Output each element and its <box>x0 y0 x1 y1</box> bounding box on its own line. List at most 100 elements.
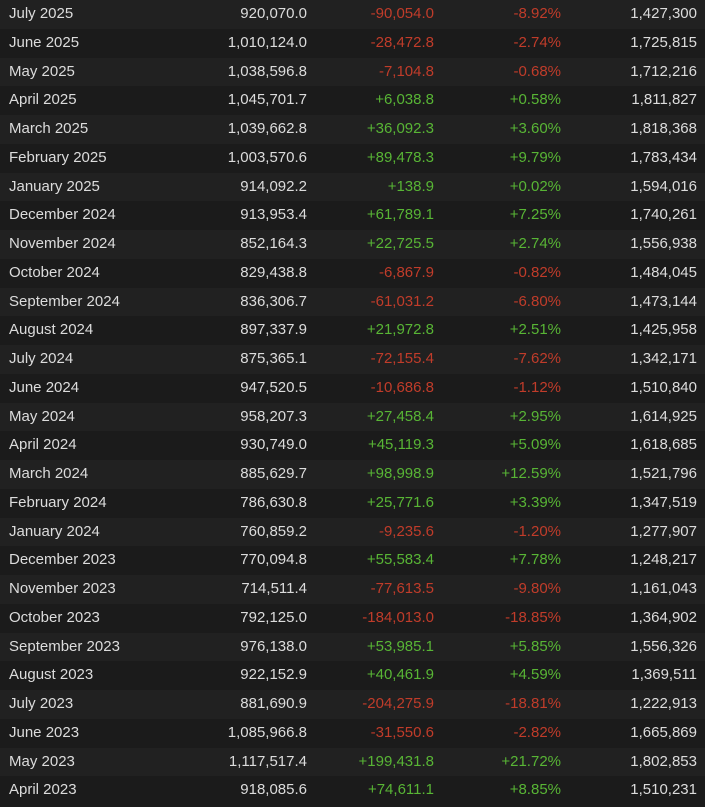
month-cell: November 2023 <box>9 580 116 597</box>
month-cell: October 2024 <box>9 263 100 281</box>
avg-players-cell: 930,749.0 <box>240 436 307 454</box>
gain-cell: +6,038.8 <box>375 91 434 109</box>
percent-gain-cell: +0.58% <box>509 91 561 109</box>
avg-players-cell: 1,003,570.6 <box>227 148 307 166</box>
month-cell: February 2025 <box>9 148 107 166</box>
percent-gain-cell: +5.85% <box>509 637 561 655</box>
month-cell: November 2024 <box>9 235 116 252</box>
avg-players-cell: 881,690.9 <box>240 695 307 712</box>
gain-cell: +45,119.3 <box>367 436 434 454</box>
peak-players-cell: 1,364,902 <box>630 608 697 626</box>
gain-cell: +27,458.4 <box>366 407 434 425</box>
avg-players-cell: 1,010,124.0 <box>227 33 307 51</box>
percent-gain-cell: -2.74% <box>513 33 561 51</box>
percent-gain-cell: +2.95% <box>509 407 561 425</box>
month-cell: July 2024 <box>9 350 74 367</box>
table-row: July 2025 920,070.0 -90,054.0 -8.92% 1,4… <box>0 0 705 29</box>
percent-gain-cell: +5.09% <box>509 436 561 454</box>
month-cell: June 2025 <box>9 33 80 51</box>
table-row: June 2023 1,085,966.8 -31,550.6 -2.82% 1… <box>0 718 705 748</box>
peak-players-cell: 1,725,815 <box>630 33 697 51</box>
percent-gain-cell: +3.60% <box>509 120 561 137</box>
percent-gain-cell: +7.78% <box>509 551 561 569</box>
gain-cell: -204,275.9 <box>362 695 434 712</box>
avg-players-cell: 918,085.6 <box>240 781 307 799</box>
table-row: October 2023 792,125.0 -184,013.0 -18.85… <box>0 603 705 633</box>
peak-players-cell: 1,783,434 <box>630 148 697 166</box>
peak-players-cell: 1,594,016 <box>630 177 697 195</box>
percent-gain-cell: -18.81% <box>505 695 561 712</box>
avg-players-cell: 913,953.4 <box>240 206 307 224</box>
gain-cell: -28,472.8 <box>370 33 434 51</box>
month-cell: February 2024 <box>9 493 107 511</box>
month-cell: June 2024 <box>9 378 80 396</box>
avg-players-cell: 947,520.5 <box>240 378 307 396</box>
table-row: November 2023 714,511.4 -77,613.5 -9.80%… <box>0 575 705 604</box>
percent-gain-cell: -7.62% <box>513 350 561 367</box>
table-row: September 2023 976,138.0 +53,985.1 +5.85… <box>0 632 705 662</box>
peak-players-cell: 1,740,261 <box>630 206 697 224</box>
table-row: December 2024 913,953.4 +61,789.1 +7.25%… <box>0 201 705 230</box>
month-cell: March 2024 <box>9 465 89 482</box>
player-stats-table: July 2025 920,070.0 -90,054.0 -8.92% 1,4… <box>0 0 705 805</box>
peak-players-cell: 1,347,519 <box>630 493 697 511</box>
peak-players-cell: 1,712,216 <box>630 62 697 80</box>
peak-players-cell: 1,425,958 <box>630 321 697 339</box>
percent-gain-cell: -1.12% <box>513 378 561 396</box>
avg-players-cell: 792,125.0 <box>240 608 307 626</box>
gain-cell: +89,478.3 <box>366 148 434 166</box>
gain-cell: -7,104.8 <box>378 62 434 80</box>
peak-players-cell: 1,427,300 <box>630 5 697 22</box>
month-cell: September 2024 <box>9 292 120 310</box>
gain-cell: +21,972.8 <box>366 321 434 339</box>
avg-players-cell: 922,152.9 <box>240 666 307 684</box>
table-row: October 2024 829,438.8 -6,867.9 -0.82% 1… <box>0 258 705 288</box>
gain-cell: +138.9 <box>387 177 434 195</box>
gain-cell: -6,867.9 <box>378 263 434 281</box>
month-cell: March 2025 <box>9 120 89 137</box>
gain-cell: +55,583.4 <box>366 551 434 569</box>
gain-cell: +61,789.1 <box>366 206 434 224</box>
avg-players-cell: 976,138.0 <box>240 637 307 655</box>
percent-gain-cell: -2.82% <box>513 723 561 741</box>
percent-gain-cell: +9.79% <box>509 148 561 166</box>
peak-players-cell: 1,556,326 <box>630 637 697 655</box>
month-cell: December 2023 <box>9 551 116 569</box>
percent-gain-cell: +2.51% <box>509 321 561 339</box>
table-row: April 2024 930,749.0 +45,119.3 +5.09% 1,… <box>0 431 705 460</box>
percent-gain-cell: -0.68% <box>513 62 561 80</box>
avg-players-cell: 836,306.7 <box>240 292 307 310</box>
gain-cell: +53,985.1 <box>366 637 434 655</box>
percent-gain-cell: +2.74% <box>509 235 561 252</box>
table-row: November 2024 852,164.3 +22,725.5 +2.74%… <box>0 230 705 259</box>
avg-players-cell: 885,629.7 <box>240 465 307 482</box>
month-cell: December 2024 <box>9 206 116 224</box>
peak-players-cell: 1,484,045 <box>630 263 697 281</box>
percent-gain-cell: +12.59% <box>501 465 561 482</box>
gain-cell: -90,054.0 <box>370 5 434 22</box>
gain-cell: +25,771.6 <box>366 493 434 511</box>
table-row: May 2025 1,038,596.8 -7,104.8 -0.68% 1,7… <box>0 57 705 87</box>
month-cell: May 2025 <box>9 62 75 80</box>
table-row: January 2025 914,092.2 +138.9 +0.02% 1,5… <box>0 172 705 202</box>
table-row: September 2024 836,306.7 -61,031.2 -6.80… <box>0 287 705 317</box>
peak-players-cell: 1,510,840 <box>630 378 697 396</box>
table-row: August 2024 897,337.9 +21,972.8 +2.51% 1… <box>0 316 705 345</box>
table-row: March 2024 885,629.7 +98,998.9 +12.59% 1… <box>0 460 705 489</box>
peak-players-cell: 1,802,853 <box>630 752 697 770</box>
avg-players-cell: 770,094.8 <box>240 551 307 569</box>
percent-gain-cell: +8.85% <box>509 781 561 799</box>
avg-players-cell: 786,630.8 <box>240 493 307 511</box>
peak-players-cell: 1,222,913 <box>630 695 697 712</box>
percent-gain-cell: -8.92% <box>513 5 561 22</box>
month-cell: September 2023 <box>9 637 120 655</box>
gain-cell: +199,431.8 <box>358 752 435 770</box>
gain-cell: -9,235.6 <box>378 522 434 540</box>
table-row: April 2023 918,085.6 +74,611.1 +8.85% 1,… <box>0 776 705 805</box>
peak-players-cell: 1,473,144 <box>630 292 697 310</box>
percent-gain-cell: -9.80% <box>513 580 561 597</box>
month-cell: July 2025 <box>9 5 74 22</box>
gain-cell: -184,013.0 <box>362 608 434 626</box>
avg-players-cell: 897,337.9 <box>240 321 307 339</box>
avg-players-cell: 920,070.0 <box>240 5 307 22</box>
